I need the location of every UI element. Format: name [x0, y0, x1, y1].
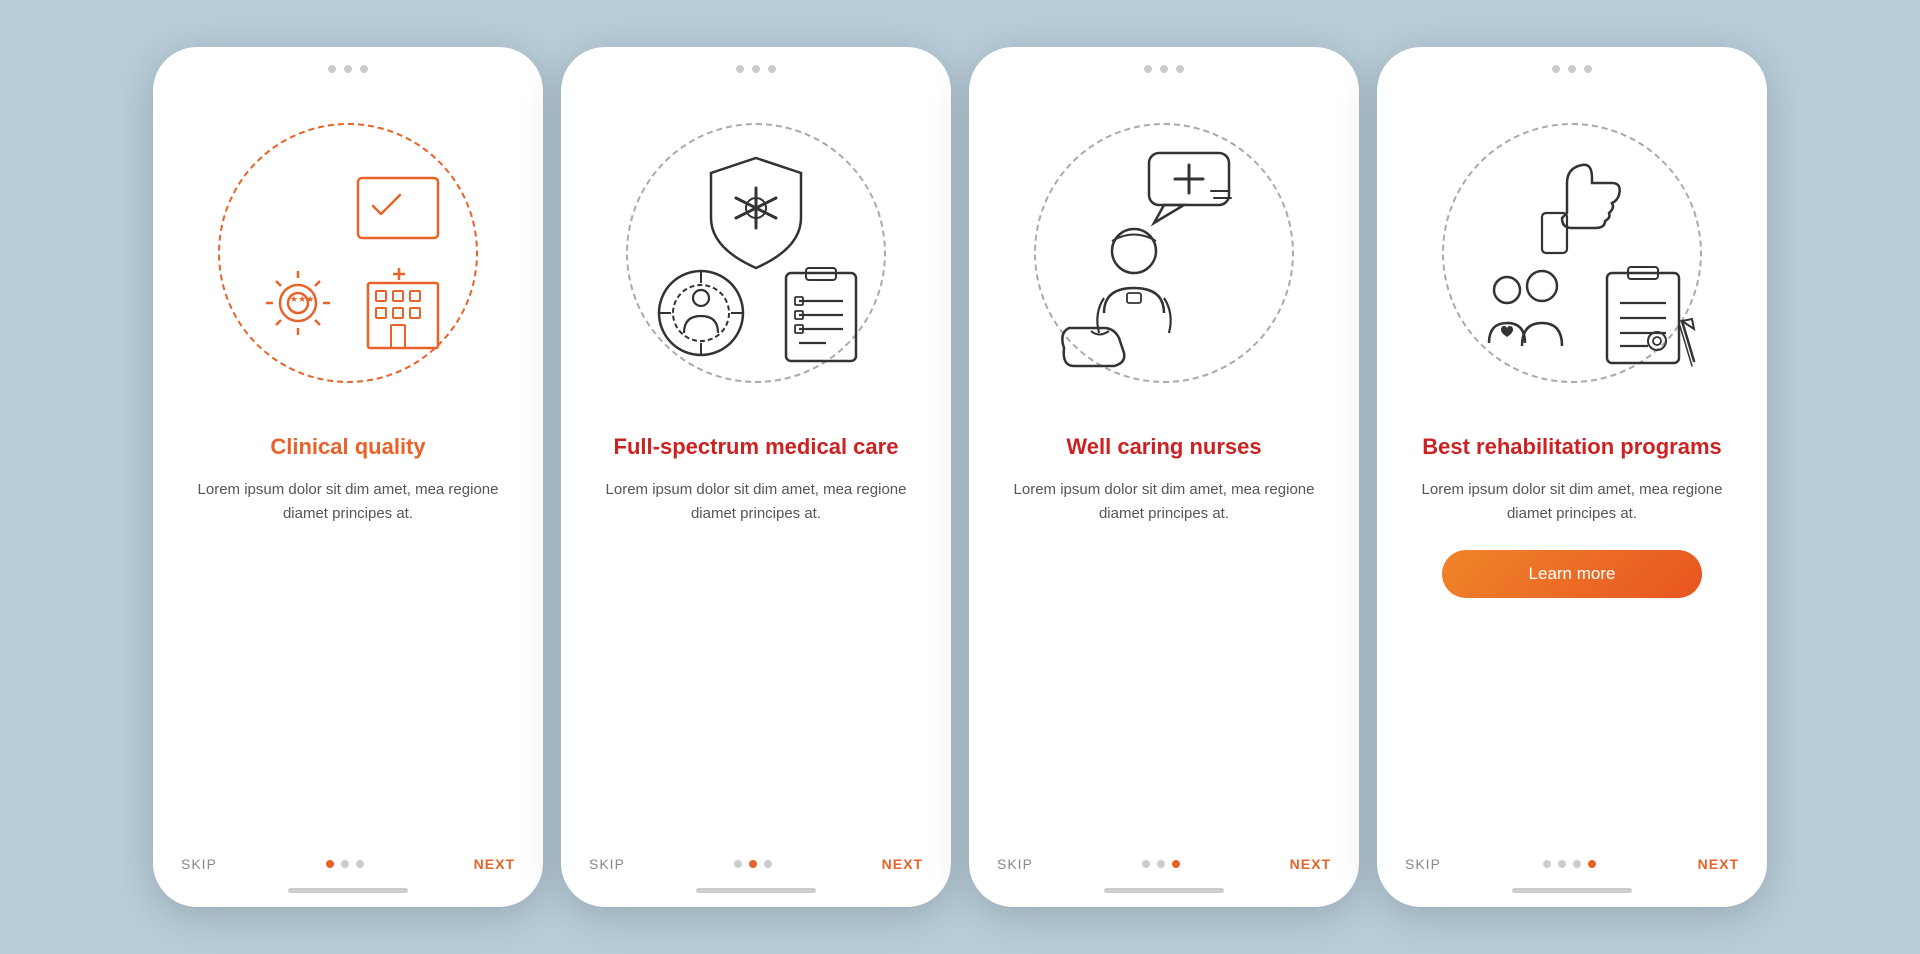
- content-area-1: Clinical quality Lorem ipsum dolor sit d…: [153, 423, 543, 838]
- status-bar-4: [1377, 47, 1767, 83]
- nav-dot: [1543, 860, 1551, 868]
- card-desc-2: Lorem ipsum dolor sit dim amet, mea regi…: [593, 478, 919, 526]
- phones-container: ★★★: [153, 47, 1767, 907]
- nav-bar-4: SKIP NEXT: [1377, 838, 1767, 888]
- status-dot: [1552, 65, 1560, 73]
- icon-area-4: [1377, 83, 1767, 423]
- content-area-4: Best rehabilitation programs Lorem ipsum…: [1377, 423, 1767, 838]
- svg-text:★★★: ★★★: [290, 294, 314, 304]
- nav-dots-4: [1543, 860, 1596, 868]
- status-bar-2: [561, 47, 951, 83]
- status-dot: [768, 65, 776, 73]
- phone-card-4: Best rehabilitation programs Lorem ipsum…: [1377, 47, 1767, 907]
- home-indicator-4: [1512, 888, 1632, 893]
- content-area-3: Well caring nurses Lorem ipsum dolor sit…: [969, 423, 1359, 838]
- card-title-1: Clinical quality: [270, 433, 425, 462]
- status-bar-3: [969, 47, 1359, 83]
- nav-dot: [734, 860, 742, 868]
- nav-bar-1: SKIP NEXT: [153, 838, 543, 888]
- clinical-quality-icon: ★★★: [218, 123, 478, 383]
- phone-card-2: Full-spectrum medical care Lorem ipsum d…: [561, 47, 951, 907]
- card-desc-3: Lorem ipsum dolor sit dim amet, mea regi…: [1001, 478, 1327, 526]
- skip-button-3[interactable]: SKIP: [997, 856, 1033, 872]
- skip-button-4[interactable]: SKIP: [1405, 856, 1441, 872]
- next-button-1[interactable]: NEXT: [474, 856, 515, 872]
- card-desc-4: Lorem ipsum dolor sit dim amet, mea regi…: [1409, 478, 1735, 526]
- next-button-2[interactable]: NEXT: [882, 856, 923, 872]
- skip-button-1[interactable]: SKIP: [181, 856, 217, 872]
- status-dot: [736, 65, 744, 73]
- learn-more-button[interactable]: Learn more: [1442, 550, 1702, 598]
- home-indicator-2: [696, 888, 816, 893]
- status-dot: [360, 65, 368, 73]
- nav-dot-active: [1172, 860, 1180, 868]
- phone-card-3: Well caring nurses Lorem ipsum dolor sit…: [969, 47, 1359, 907]
- status-dot: [344, 65, 352, 73]
- home-indicator-1: [288, 888, 408, 893]
- phone-card-1: ★★★: [153, 47, 543, 907]
- nurses-icon: [1034, 123, 1294, 383]
- status-dot: [1584, 65, 1592, 73]
- icon-area-2: [561, 83, 951, 423]
- icon-area-1: ★★★: [153, 83, 543, 423]
- status-dot: [1144, 65, 1152, 73]
- status-dot: [1568, 65, 1576, 73]
- nav-dots-3: [1142, 860, 1180, 868]
- nav-dot: [1142, 860, 1150, 868]
- nav-dot-active: [1588, 860, 1596, 868]
- nav-dots-2: [734, 860, 772, 868]
- skip-button-2[interactable]: SKIP: [589, 856, 625, 872]
- nav-dot-active: [326, 860, 334, 868]
- nav-dot-active: [749, 860, 757, 868]
- status-dot: [1160, 65, 1168, 73]
- nav-bar-2: SKIP NEXT: [561, 838, 951, 888]
- nav-dot: [1558, 860, 1566, 868]
- content-area-2: Full-spectrum medical care Lorem ipsum d…: [561, 423, 951, 838]
- rehab-icon: [1442, 123, 1702, 383]
- full-spectrum-icon: [626, 123, 886, 383]
- status-dot: [328, 65, 336, 73]
- card-title-3: Well caring nurses: [1066, 433, 1261, 462]
- status-dot: [1176, 65, 1184, 73]
- status-dot: [752, 65, 760, 73]
- card-desc-1: Lorem ipsum dolor sit dim amet, mea regi…: [185, 478, 511, 526]
- nav-dot: [341, 860, 349, 868]
- icon-area-3: [969, 83, 1359, 423]
- card-title-4: Best rehabilitation programs: [1422, 433, 1722, 462]
- nav-bar-3: SKIP NEXT: [969, 838, 1359, 888]
- card-title-2: Full-spectrum medical care: [614, 433, 899, 462]
- next-button-4[interactable]: NEXT: [1698, 856, 1739, 872]
- home-indicator-3: [1104, 888, 1224, 893]
- nav-dot: [1157, 860, 1165, 868]
- status-bar-1: [153, 47, 543, 83]
- nav-dot: [1573, 860, 1581, 868]
- nav-dots-1: [326, 860, 364, 868]
- next-button-3[interactable]: NEXT: [1290, 856, 1331, 872]
- nav-dot: [764, 860, 772, 868]
- nav-dot: [356, 860, 364, 868]
